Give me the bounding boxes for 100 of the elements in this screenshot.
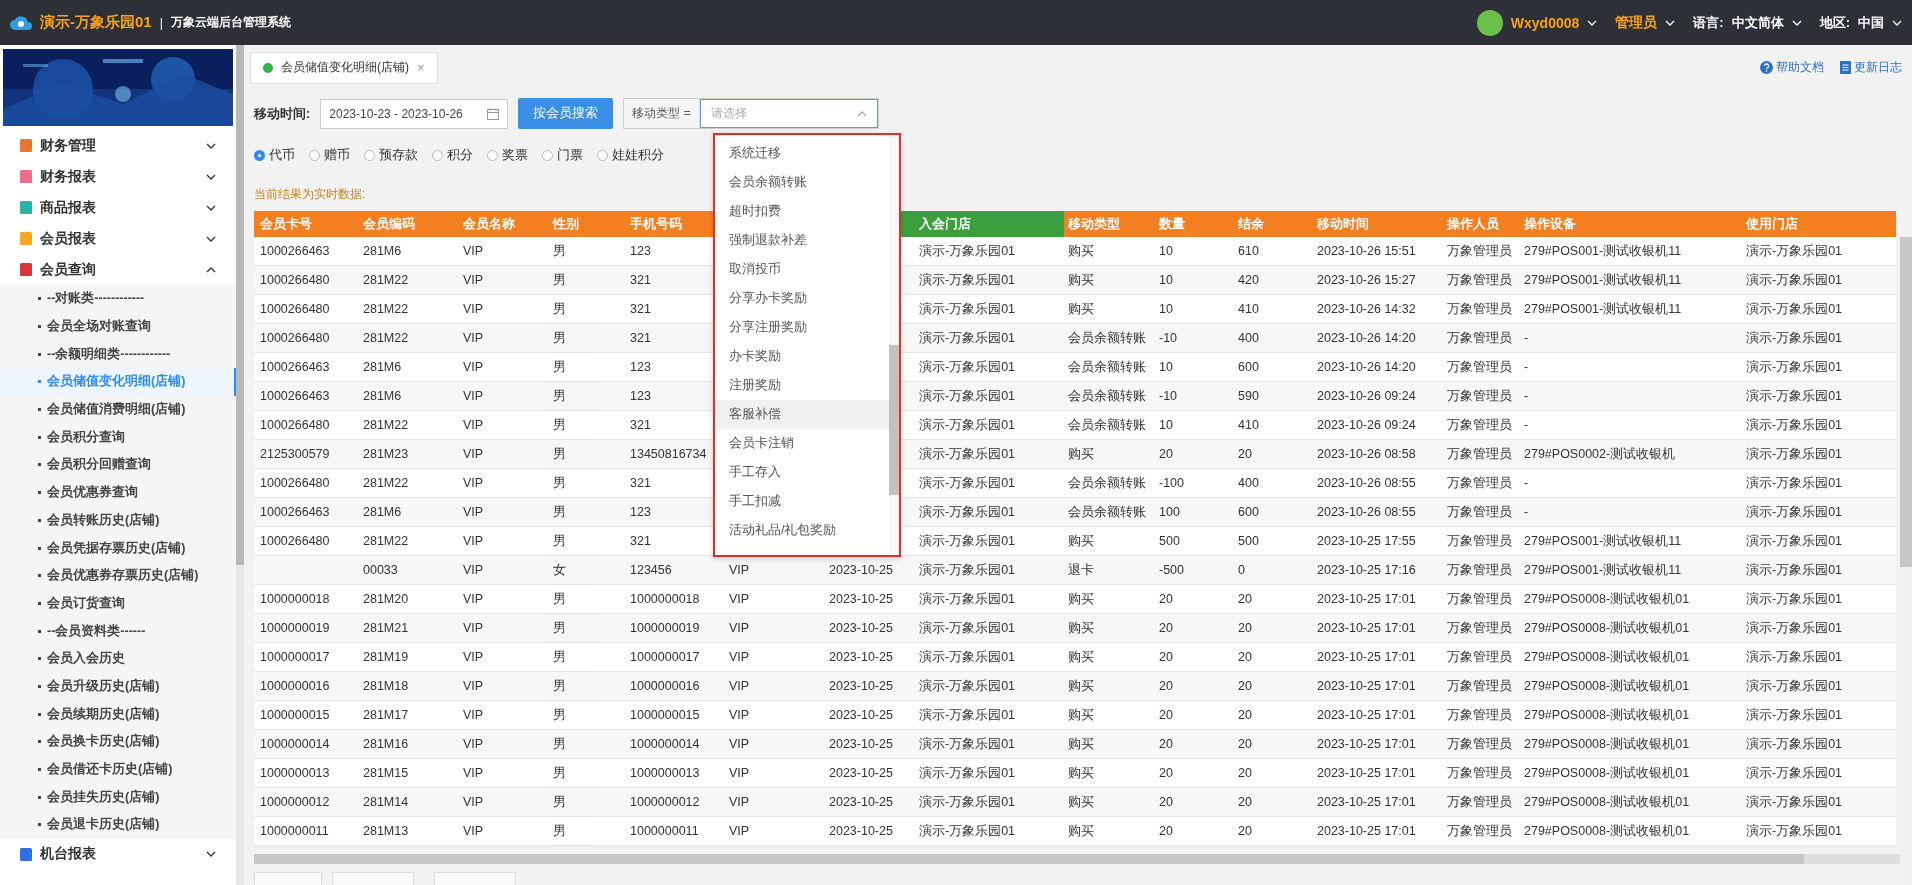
table-cell: 购买	[1064, 527, 1155, 556]
submenu-item[interactable]: 会员全场对账查询	[0, 312, 236, 341]
table-cell: 2023-10-26 09:24	[1313, 411, 1443, 440]
submenu-item[interactable]: --会员资料类------	[0, 617, 236, 645]
table-cell: 演示-万象乐园01	[1742, 295, 1896, 324]
table-cell: 会员余额转账	[1064, 411, 1155, 440]
table-cell: VIP	[457, 788, 547, 817]
table-cell: 20	[1155, 643, 1234, 672]
role-menu[interactable]: 管理员	[1615, 13, 1658, 32]
table-cell: VIP	[457, 353, 547, 382]
table-cell: 2023-10-25 17:01	[1313, 701, 1443, 730]
submenu-item[interactable]: 会员优惠券存票历史(店铺)	[0, 561, 236, 590]
submenu-item[interactable]: 会员积分查询	[0, 423, 236, 452]
table-cell: 万象管理员	[1443, 585, 1520, 614]
table-cell: 万象管理员	[1443, 701, 1520, 730]
submenu-item[interactable]: 会员积分回赠查询	[0, 451, 236, 479]
table-cell: 演示-万象乐园01	[1742, 237, 1896, 266]
table-cell: 281M22	[357, 295, 457, 324]
table-cell: 279#POS001-测试收银机11	[1520, 266, 1742, 295]
table-cell: 1000266480	[254, 324, 357, 353]
table-cell: 281M6	[357, 353, 457, 382]
table-cell: 万象管理员	[1443, 672, 1520, 701]
table-cell: 400	[1234, 324, 1313, 353]
table-cell: 演示-万象乐园01	[898, 614, 1064, 643]
table-cell: 万象管理员	[1443, 382, 1520, 411]
menu-item[interactable]: 会员查询	[0, 254, 236, 285]
radio-option[interactable]: 门票	[542, 147, 583, 165]
dropdown-option[interactable]: 系统迁移	[715, 139, 889, 168]
table-cell: 万象管理员	[1443, 266, 1520, 295]
submenu-item[interactable]: 会员退卡历史(店铺)	[0, 811, 236, 839]
table-cell: 1000000013	[254, 759, 357, 788]
table-cell: 购买	[1064, 643, 1155, 672]
type-select[interactable]: 移动类型 = 请选择	[623, 98, 879, 130]
submenu-item[interactable]: --余额明细类------------	[0, 340, 236, 369]
table-cell: 2023-10-26 14:20	[1313, 324, 1443, 353]
table-cell: VIP	[457, 817, 547, 846]
changelog-link[interactable]: 更新日志	[1840, 59, 1902, 77]
table-cell: 600	[1234, 353, 1313, 382]
table-cell: 2023-10-26 15:27	[1313, 266, 1443, 295]
table-cell: 20	[1234, 643, 1313, 672]
table-cell: 281M22	[357, 527, 457, 556]
table-cell: -	[1520, 469, 1742, 498]
submenu-item[interactable]: 会员订货查询	[0, 589, 236, 618]
submenu-item[interactable]: 会员优惠券查询	[0, 478, 236, 507]
submenu-item[interactable]: 会员挂失历史(店铺)	[0, 783, 236, 812]
submenu-item[interactable]: 会员储值消费明细(店铺)	[0, 395, 236, 424]
table-cell: 2023-10-25 17:55	[1313, 527, 1443, 556]
table-cell: 演示-万象乐园01	[1742, 701, 1896, 730]
table-cell: 2023-10-25 17:01	[1313, 614, 1443, 643]
table-cell: 281M20	[357, 585, 457, 614]
submenu-item[interactable]: --对账类------------	[0, 285, 236, 313]
menu-item[interactable]: 财务报表	[0, 161, 236, 192]
table-cell: 281M17	[357, 701, 457, 730]
radio-option[interactable]: 积分	[432, 147, 473, 165]
menu-item[interactable]: 机台报表	[0, 838, 236, 870]
dropdown-option[interactable]: 客服补偿	[715, 400, 889, 429]
submenu-item[interactable]: 会员换卡历史(店铺)	[0, 728, 236, 756]
submenu-item[interactable]: 会员凭据存票历史(店铺)	[0, 534, 236, 562]
table-cell: 2023-10-25	[819, 730, 898, 759]
menu-item[interactable]: 商品报表	[0, 192, 236, 223]
table-cell: 购买	[1064, 295, 1155, 324]
submenu-item[interactable]: 会员转账历史(店铺)	[0, 506, 236, 535]
help-link[interactable]: 帮助文档	[1760, 59, 1824, 77]
table-cell: 男	[547, 295, 597, 324]
table-cell: 万象管理员	[1443, 527, 1520, 556]
date-range-field[interactable]: 2023-10-23 - 2023-10-26	[320, 98, 509, 129]
table-cell: 2023-10-25	[819, 672, 898, 701]
submenu-item[interactable]: 会员续期历史(店铺)	[0, 700, 236, 728]
radio-option[interactable]: 奖票	[487, 147, 528, 165]
user-name[interactable]: Wxyd0008	[1510, 14, 1580, 31]
table-cell: VIP	[457, 701, 547, 730]
submenu-item[interactable]: 会员借还卡历史(店铺)	[0, 755, 236, 784]
language-menu[interactable]: 中文简体	[1731, 13, 1784, 32]
table-cell: 演示-万象乐园01	[898, 817, 1064, 846]
table-cell: 20	[1234, 614, 1313, 643]
menu-item[interactable]: 会员报表	[0, 223, 236, 254]
table-cell: VIP	[719, 817, 819, 846]
dropdown-option[interactable]: 会员余额转账	[715, 168, 889, 197]
table-cell: VIP	[457, 759, 547, 788]
submenu-item[interactable]: 会员入会历史	[0, 644, 236, 673]
page-tab[interactable]: 会员储值变化明细(店铺) ×	[250, 51, 438, 84]
submenu-item[interactable]: 会员升级历史(店铺)	[0, 672, 236, 701]
radio-option[interactable]: 代币	[254, 147, 295, 165]
table-cell: 万象管理员	[1443, 498, 1520, 527]
table-cell: 2023-10-26 08:55	[1313, 498, 1443, 527]
radio-option[interactable]: 娃娃积分	[597, 147, 664, 165]
table-cell: 2023-10-25 17:01	[1313, 817, 1443, 846]
table-cell: 1000000012	[597, 788, 719, 817]
table-cell: 1000266463	[254, 382, 357, 411]
table-cell: 万象管理员	[1443, 788, 1520, 817]
table-cell: VIP	[719, 585, 819, 614]
radio-option[interactable]: 预存款	[364, 147, 418, 165]
menu-item[interactable]: 财务管理	[0, 130, 236, 161]
region-menu[interactable]: 中国	[1858, 13, 1884, 32]
table-cell: 279#POS001-测试收银机11	[1520, 237, 1742, 266]
table-cell: VIP	[719, 788, 819, 817]
table-cell: 281M22	[357, 469, 457, 498]
radio-option[interactable]: 赠币	[309, 147, 350, 165]
table-cell: VIP	[457, 266, 547, 295]
table-cell: 1000266480	[254, 527, 357, 556]
